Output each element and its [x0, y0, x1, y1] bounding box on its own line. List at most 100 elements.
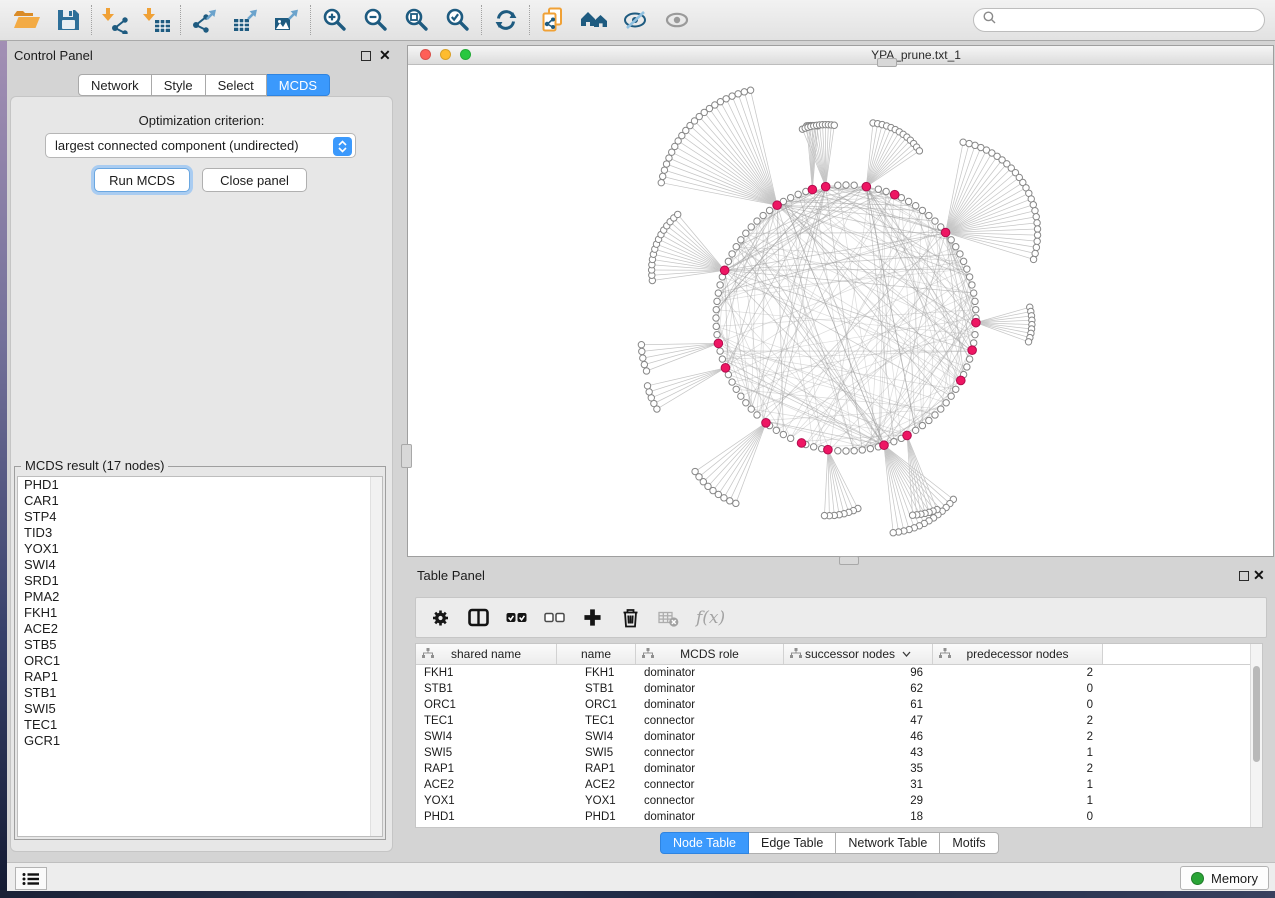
function-builder-icon[interactable]: f(x) [696, 607, 725, 629]
mcds-result-item[interactable]: STB1 [18, 685, 382, 701]
tab-network[interactable]: Network [78, 74, 152, 96]
open-file-icon[interactable] [6, 3, 47, 37]
bottom-splitter-handle[interactable] [839, 556, 859, 565]
zoom-in-icon[interactable] [314, 3, 355, 37]
mcds-result-item[interactable]: STP4 [18, 509, 382, 525]
split-view-icon[interactable] [468, 607, 489, 629]
column-label: MCDS role [680, 647, 739, 661]
mcds-result-item[interactable]: SRD1 [18, 573, 382, 589]
refresh-view-icon[interactable] [485, 3, 526, 37]
tab-motifs[interactable]: Motifs [940, 832, 998, 854]
table-row[interactable]: TEC1TEC1connector472 [416, 713, 1262, 729]
mcds-result-item[interactable]: YOX1 [18, 541, 382, 557]
table-row[interactable]: PHD1PHD1dominator180 [416, 809, 1262, 825]
zoom-traffic-light[interactable] [460, 49, 471, 60]
network-canvas[interactable] [408, 65, 1273, 556]
hierarchy-icon [939, 648, 951, 662]
show-all-icon[interactable] [656, 3, 697, 37]
column-header-shared-name[interactable]: shared name [416, 644, 557, 664]
mcds-result-item[interactable]: PMA2 [18, 589, 382, 605]
mcds-result-item[interactable]: TEC1 [18, 717, 382, 733]
tab-select[interactable]: Select [206, 74, 267, 96]
table-row[interactable]: ACE2ACE2connector311 [416, 777, 1262, 793]
cell-name: YOX1 [557, 795, 636, 807]
mcds-result-item[interactable]: SWI5 [18, 701, 382, 717]
tab-mcds[interactable]: MCDS [267, 74, 330, 96]
mcds-result-item[interactable]: RAP1 [18, 669, 382, 685]
tab-style[interactable]: Style [152, 74, 206, 96]
cell-name: ORC1 [557, 699, 636, 711]
search-input[interactable] [1002, 10, 1264, 30]
column-header-predecessor-nodes[interactable]: predecessor nodes [933, 644, 1103, 664]
memory-button[interactable]: Memory [1180, 866, 1269, 890]
mcds-result-item[interactable]: STB5 [18, 637, 382, 653]
close-panel-button[interactable]: Close panel [202, 168, 307, 192]
add-column-icon[interactable] [582, 607, 603, 629]
settings-icon[interactable] [430, 607, 451, 629]
mcds-result-item[interactable]: SWI4 [18, 557, 382, 573]
toolbar-separator [529, 5, 530, 35]
table-panel-float-icon[interactable] [1239, 571, 1249, 581]
control-panel-float-icon[interactable] [361, 51, 371, 61]
cell-predecessor-nodes: 0 [933, 811, 1103, 823]
table-row[interactable]: ORC1ORC1dominator610 [416, 697, 1262, 713]
export-table-icon[interactable] [225, 3, 266, 37]
import-table-icon[interactable] [136, 3, 177, 37]
import-network-icon[interactable] [95, 3, 136, 37]
zoom-fit-icon[interactable] [396, 3, 437, 37]
cell-mcds-role: connector [636, 747, 784, 759]
table-row[interactable]: YOX1YOX1connector291 [416, 793, 1262, 809]
cell-predecessor-nodes: 1 [933, 747, 1103, 759]
select-all-icon[interactable] [506, 607, 527, 629]
column-header-name[interactable]: name [557, 644, 636, 664]
mcds-list-scrollbar[interactable] [370, 477, 382, 836]
minimize-traffic-light[interactable] [440, 49, 451, 60]
cell-mcds-role: dominator [636, 683, 784, 695]
toolbar-separator [310, 5, 311, 35]
table-row[interactable]: RAP1RAP1dominator352 [416, 761, 1262, 777]
delete-table-icon[interactable] [658, 607, 679, 629]
tab-network-table[interactable]: Network Table [836, 832, 940, 854]
network-window-titlebar[interactable]: YPA_prune.txt_1 [408, 46, 1273, 65]
panel-splitter-handle[interactable] [401, 444, 412, 468]
run-mcds-button[interactable]: Run MCDS [94, 168, 190, 192]
table-scrollbar[interactable] [1250, 644, 1262, 827]
close-traffic-light[interactable] [420, 49, 431, 60]
task-history-button[interactable] [15, 867, 47, 890]
cell-successor-nodes: 62 [784, 683, 933, 695]
export-network-icon[interactable] [184, 3, 225, 37]
tab-node-table[interactable]: Node Table [660, 832, 749, 854]
deselect-all-icon[interactable] [544, 607, 565, 629]
zoom-out-icon[interactable] [355, 3, 396, 37]
column-header-successor-nodes[interactable]: successor nodes [784, 644, 933, 664]
mcds-result-item[interactable]: GCR1 [18, 733, 382, 749]
first-neighbors-icon[interactable] [574, 3, 615, 37]
save-session-icon[interactable] [47, 3, 88, 37]
mcds-result-item[interactable]: PHD1 [18, 477, 382, 493]
search-box[interactable] [973, 8, 1265, 32]
column-header-mcds-role[interactable]: MCDS role [636, 644, 784, 664]
top-splitter-handle[interactable] [877, 58, 897, 67]
mcds-result-item[interactable]: TID3 [18, 525, 382, 541]
table-row[interactable]: SWI5SWI5connector431 [416, 745, 1262, 761]
mcds-result-item[interactable]: CAR1 [18, 493, 382, 509]
delete-column-icon[interactable] [620, 607, 641, 629]
table-panel-close-icon[interactable]: ✕ [1253, 568, 1265, 582]
mcds-result-fieldset: MCDS result (17 nodes) PHD1CAR1STP4TID3Y… [14, 466, 386, 840]
mcds-result-item[interactable]: FKH1 [18, 605, 382, 621]
table-row[interactable]: SWI4SWI4dominator462 [416, 729, 1262, 745]
hide-selected-icon[interactable] [615, 3, 656, 37]
export-image-icon[interactable] [266, 3, 307, 37]
zoom-selected-icon[interactable] [437, 3, 478, 37]
mcds-result-item[interactable]: ORC1 [18, 653, 382, 669]
status-bar: Memory [7, 862, 1275, 891]
tab-edge-table[interactable]: Edge Table [749, 832, 836, 854]
control-panel-close-icon[interactable]: ✕ [379, 48, 391, 62]
criterion-dropdown[interactable]: largest connected component (undirected) [45, 133, 356, 158]
table-row[interactable]: FKH1FKH1dominator962 [416, 665, 1262, 681]
table-scrollbar-thumb[interactable] [1253, 666, 1260, 762]
clone-network-icon[interactable] [533, 3, 574, 37]
table-row[interactable]: STB1STB1dominator620 [416, 681, 1262, 697]
mcds-result-item[interactable]: ACE2 [18, 621, 382, 637]
mcds-result-list[interactable]: PHD1CAR1STP4TID3YOX1SWI4SRD1PMA2FKH1ACE2… [17, 476, 383, 837]
